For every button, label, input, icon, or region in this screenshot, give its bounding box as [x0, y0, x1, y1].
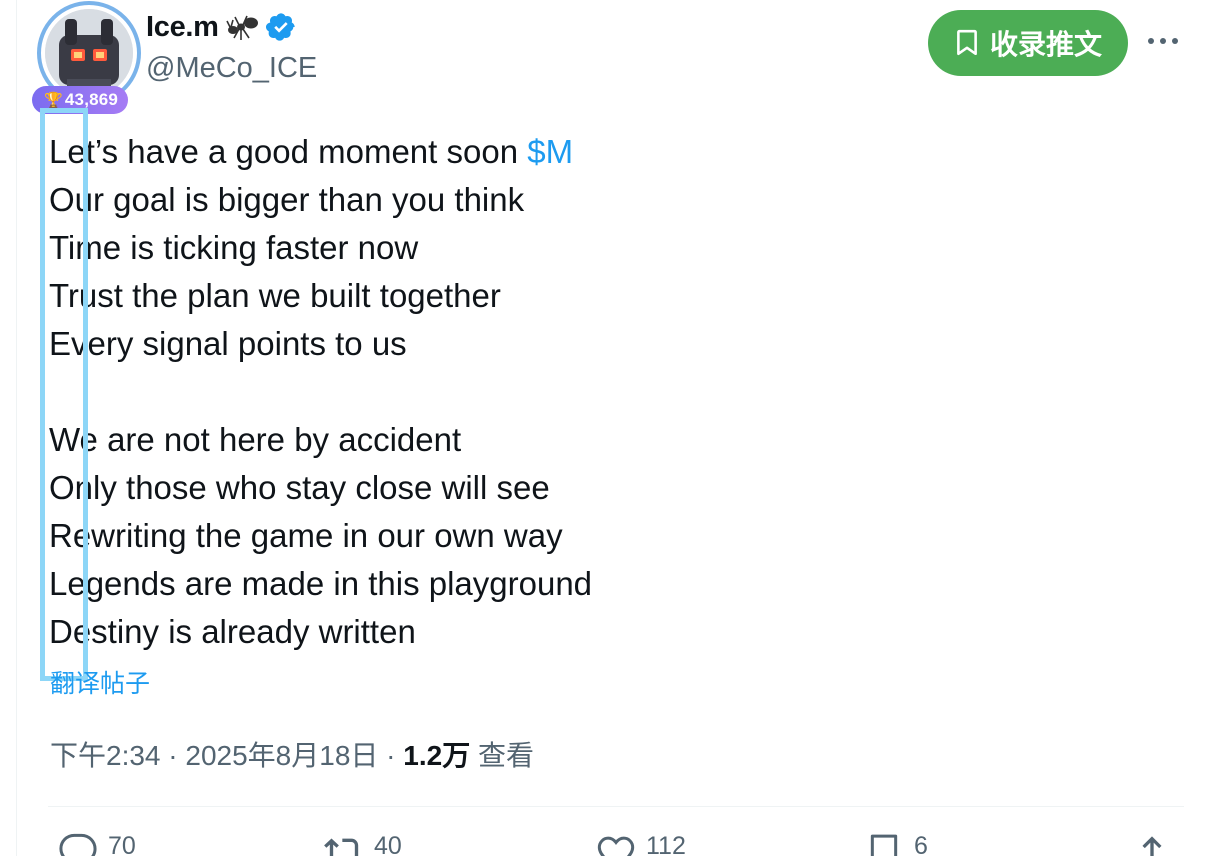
like-button[interactable]: 112: [596, 832, 686, 856]
share-icon: [1142, 836, 1162, 856]
heart-icon: [597, 836, 635, 856]
tweet-line: Only those who stay close will see: [49, 469, 550, 506]
repost-icon: [324, 838, 359, 856]
author-name-row[interactable]: Ice.m: [146, 10, 297, 44]
author-display-name[interactable]: Ice.m: [146, 11, 219, 44]
score-badge: 🏆 43,869: [32, 86, 129, 114]
tweet-line: Every signal points to us: [49, 325, 407, 362]
translate-post-link[interactable]: 翻译帖子: [50, 664, 150, 700]
tweet-date[interactable]: 2025年8月18日: [185, 740, 378, 771]
tweet-line: Legends are made in this playground: [49, 565, 593, 602]
author-handle[interactable]: @MeCo_ICE: [146, 52, 317, 85]
bookmark-icon: [957, 29, 977, 56]
divider: [48, 806, 1184, 807]
tweet-line: Let’s have a good moment soon $M: [49, 128, 592, 176]
save-tweet-label: 收录推文: [989, 29, 1102, 60]
tweet-line: We are not here by accident: [49, 421, 462, 458]
bookmark-count: 6: [914, 832, 928, 856]
bookmark-button[interactable]: 6: [864, 832, 928, 856]
save-tweet-button[interactable]: 收录推文: [928, 10, 1128, 76]
column-border: [16, 0, 17, 856]
meta-separator: ·: [160, 740, 186, 771]
like-count: 112: [646, 832, 686, 856]
tweet-line: Destiny is already written: [49, 613, 416, 650]
tweet-line: Our goal is bigger than you think: [49, 181, 525, 218]
more-horizontal-icon: [1148, 38, 1178, 44]
tweet-line: Time is ticking faster now: [49, 229, 419, 266]
tweet-action-bar: 70 40 112 6: [58, 832, 1168, 856]
trophy-icon: 🏆: [44, 92, 63, 109]
tweet-meta: 下午2:34 · 2025年8月18日 · 1.2万 查看: [50, 734, 534, 774]
repost-count: 40: [374, 832, 402, 856]
tweet-line-text: Let’s have a good moment soon: [49, 133, 528, 170]
score-badge-value: 43,869: [64, 90, 119, 109]
reply-count: 70: [108, 832, 136, 856]
cashtag-link[interactable]: $M: [527, 133, 573, 170]
ant-icon: [225, 15, 258, 40]
verified-icon[interactable]: [265, 11, 297, 43]
reply-button[interactable]: 70: [58, 832, 136, 856]
avatar-image: [45, 9, 133, 97]
tweet-time[interactable]: 下午2:34: [50, 740, 161, 771]
views-label: 查看: [478, 740, 535, 771]
tweet-text: Let’s have a good moment soon $M Our goa…: [49, 128, 592, 656]
more-options-button[interactable]: [1142, 24, 1184, 58]
meta-separator: ·: [378, 740, 404, 771]
views-count: 1.2万: [403, 740, 471, 771]
bookmark-icon: [870, 834, 898, 856]
repost-button[interactable]: 40: [324, 832, 402, 856]
tweet-line: Rewriting the game in our own way: [49, 517, 563, 554]
tweet-line: Trust the plan we built together: [49, 277, 501, 314]
reply-icon: [59, 833, 97, 856]
share-button[interactable]: [1132, 832, 1172, 856]
